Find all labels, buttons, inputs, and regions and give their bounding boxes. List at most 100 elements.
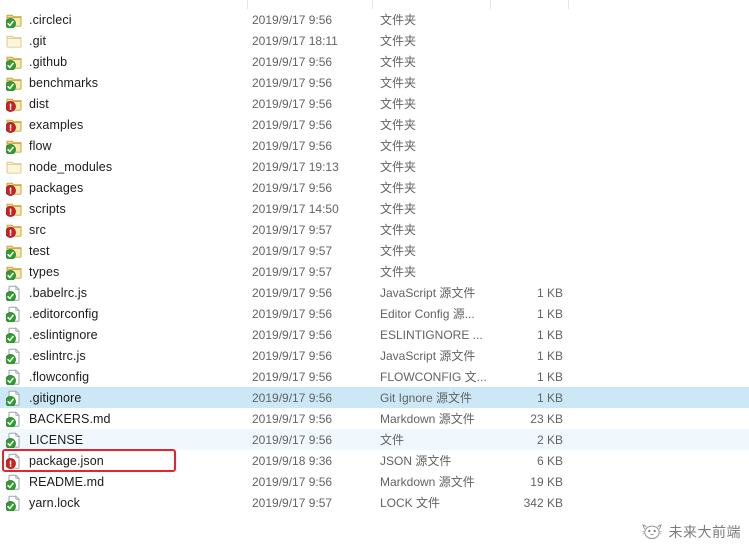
- cell-type: Editor Config 源...: [380, 307, 475, 321]
- cell-name[interactable]: dist: [0, 96, 247, 112]
- cell-name[interactable]: .editorconfig: [0, 305, 247, 322]
- table-row[interactable]: .gitignore 2019/9/17 9:56 Git Ignore 源文件 1 …: [0, 387, 749, 408]
- folder-green-check-icon: [6, 243, 22, 259]
- cell-name[interactable]: packages: [0, 180, 247, 196]
- table-row[interactable]: yarn.lock 2019/9/17 9:57 LOCK 文件 342 KB: [0, 492, 749, 513]
- cell-size: 6 KB: [536, 453, 563, 468]
- cell-name[interactable]: .github: [0, 54, 247, 70]
- file-green-check-icon: [6, 284, 22, 301]
- file-list[interactable]: .circleci 2019/9/17 9:56 文件夹 .git 2019/9/17 …: [0, 9, 749, 513]
- cell-name[interactable]: BACKERS.md: [0, 410, 247, 427]
- file-name-label: .eslintignore: [29, 327, 98, 342]
- file-name-label: .flowconfig: [29, 369, 90, 384]
- file-name-label: package.json: [29, 453, 104, 468]
- file-green-check-icon: [6, 431, 22, 448]
- file-green-check-icon: [6, 326, 22, 343]
- table-row[interactable]: README.md 2019/9/17 9:56 Markdown 源文件 19 KB: [0, 471, 749, 492]
- cell-size: 1 KB: [536, 390, 563, 405]
- cell-date-modified: 2019/9/17 9:56: [252, 285, 333, 300]
- cell-size: 23 KB: [530, 411, 563, 426]
- table-row[interactable]: flow 2019/9/17 9:56 文件夹: [0, 135, 749, 156]
- file-name-label: src: [29, 222, 46, 237]
- table-row[interactable]: BACKERS.md 2019/9/17 9:56 Markdown 源文件 23 K…: [0, 408, 749, 429]
- file-name-label: README.md: [29, 474, 105, 489]
- table-row[interactable]: .editorconfig 2019/9/17 9:56 Editor Config…: [0, 303, 749, 324]
- cell-name[interactable]: scripts: [0, 201, 247, 217]
- folder-green-check-icon: [6, 75, 22, 91]
- watermark: 未来大前端: [641, 521, 742, 543]
- cell-type: 文件夹: [380, 160, 417, 174]
- file-name-label: yarn.lock: [29, 495, 80, 510]
- file-green-check-icon: [6, 368, 22, 385]
- cell-type: JSON 源文件: [380, 454, 452, 468]
- file-explorer-list-view[interactable]: .circleci 2019/9/17 9:56 文件夹 .git 2019/9/17 …: [0, 0, 749, 553]
- file-red-alert-icon: [6, 452, 22, 469]
- cell-type: 文件夹: [380, 139, 417, 153]
- cell-name[interactable]: src: [0, 222, 247, 238]
- folder-plain-icon: [6, 33, 22, 49]
- cell-name[interactable]: benchmarks: [0, 75, 247, 91]
- cell-date-modified: 2019/9/17 9:56: [252, 117, 333, 132]
- file-name-label: flow: [29, 138, 52, 153]
- cell-name[interactable]: types: [0, 264, 247, 280]
- cell-name[interactable]: .git: [0, 33, 247, 49]
- table-row[interactable]: .babelrc.js 2019/9/17 9:56 JavaScript 源文件 1…: [0, 282, 749, 303]
- file-name-label: .babelrc.js: [29, 285, 88, 300]
- cell-date-modified: 2019/9/17 9:56: [252, 138, 333, 153]
- cell-name[interactable]: .flowconfig: [0, 368, 247, 385]
- table-row[interactable]: .eslintrc.js 2019/9/17 9:56 JavaScript 源文件…: [0, 345, 749, 366]
- folder-red-alert-icon: [6, 180, 22, 196]
- table-row[interactable]: types 2019/9/17 9:57 文件夹: [0, 261, 749, 282]
- table-row[interactable]: examples 2019/9/17 9:56 文件夹: [0, 114, 749, 135]
- table-row[interactable]: dist 2019/9/17 9:56 文件夹: [0, 93, 749, 114]
- table-row[interactable]: .eslintignore 2019/9/17 9:56 ESLINTIGNORE …: [0, 324, 749, 345]
- column-divider-ticks: [0, 0, 749, 9]
- table-row[interactable]: LICENSE 2019/9/17 9:56 文件 2 KB: [0, 429, 749, 450]
- table-row[interactable]: benchmarks 2019/9/17 9:56 文件夹: [0, 72, 749, 93]
- table-row[interactable]: scripts 2019/9/17 14:50 文件夹: [0, 198, 749, 219]
- folder-green-check-icon: [6, 12, 22, 28]
- file-name-label: dist: [29, 96, 49, 111]
- table-row[interactable]: src 2019/9/17 9:57 文件夹: [0, 219, 749, 240]
- table-row[interactable]: package.json 2019/9/18 9:36 JSON 源文件 6 KB: [0, 450, 749, 471]
- cell-name[interactable]: node_modules: [0, 159, 247, 175]
- cell-type: 文件夹: [380, 181, 417, 195]
- cell-name[interactable]: .circleci: [0, 12, 247, 28]
- cell-date-modified: 2019/9/17 9:56: [252, 348, 333, 363]
- cell-type: Markdown 源文件: [380, 412, 475, 426]
- cell-name[interactable]: flow: [0, 138, 247, 154]
- cell-name[interactable]: .eslintrc.js: [0, 347, 247, 364]
- table-row[interactable]: .circleci 2019/9/17 9:56 文件夹: [0, 9, 749, 30]
- file-name-label: .circleci: [29, 12, 72, 27]
- cell-name[interactable]: .babelrc.js: [0, 284, 247, 301]
- cell-name[interactable]: LICENSE: [0, 431, 247, 448]
- folder-red-alert-icon: [6, 117, 22, 133]
- table-row[interactable]: node_modules 2019/9/17 19:13 文件夹: [0, 156, 749, 177]
- cell-name[interactable]: .eslintignore: [0, 326, 247, 343]
- cell-date-modified: 2019/9/17 14:50: [252, 201, 339, 216]
- file-name-label: BACKERS.md: [29, 411, 111, 426]
- cell-type: 文件夹: [380, 202, 417, 216]
- cell-name[interactable]: .gitignore: [0, 389, 247, 406]
- cell-name[interactable]: test: [0, 243, 247, 259]
- cell-type: 文件夹: [380, 76, 417, 90]
- file-name-label: .editorconfig: [29, 306, 99, 321]
- table-row[interactable]: .github 2019/9/17 9:56 文件夹: [0, 51, 749, 72]
- cat-face-logo-icon: [641, 521, 663, 543]
- cell-name[interactable]: README.md: [0, 473, 247, 490]
- file-green-check-icon: [6, 473, 22, 490]
- cell-type: 文件夹: [380, 244, 417, 258]
- table-row[interactable]: test 2019/9/17 9:57 文件夹: [0, 240, 749, 261]
- table-row[interactable]: .git 2019/9/17 18:11 文件夹: [0, 30, 749, 51]
- table-row[interactable]: packages 2019/9/17 9:56 文件夹: [0, 177, 749, 198]
- cell-date-modified: 2019/9/17 9:56: [252, 474, 333, 489]
- file-name-label: scripts: [29, 201, 66, 216]
- cell-date-modified: 2019/9/17 9:56: [252, 54, 333, 69]
- cell-date-modified: 2019/9/17 9:57: [252, 495, 333, 510]
- cell-name[interactable]: examples: [0, 117, 247, 133]
- table-row[interactable]: .flowconfig 2019/9/17 9:56 FLOWCONFIG 文...…: [0, 366, 749, 387]
- folder-green-check-icon: [6, 264, 22, 280]
- cell-name[interactable]: yarn.lock: [0, 494, 247, 511]
- file-name-label: test: [29, 243, 50, 258]
- cell-name[interactable]: package.json: [0, 452, 247, 469]
